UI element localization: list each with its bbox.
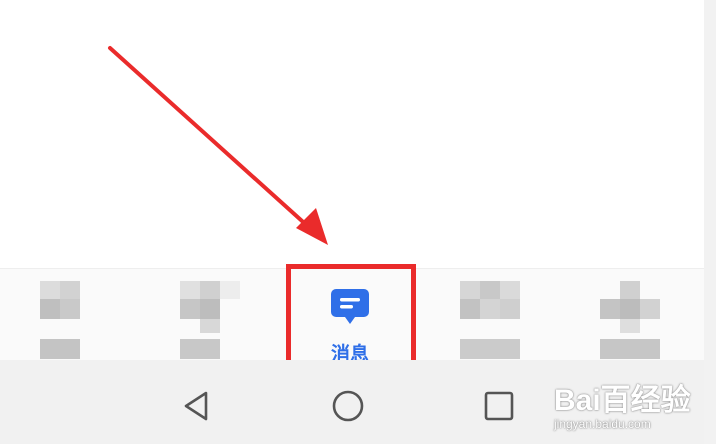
content-area [0,0,704,268]
watermark-url: jingyan.baidu.com [554,417,651,431]
tab-messages[interactable]: 消息 [290,269,422,365]
tab-item-blurred-2[interactable] [180,277,250,361]
home-button[interactable] [330,388,366,424]
back-button[interactable] [178,388,214,424]
message-icon [331,289,369,324]
pixelated-icon [460,277,530,361]
pixelated-icon [600,277,670,361]
tab-item-blurred-5[interactable] [600,277,670,361]
back-triangle-icon [184,391,208,421]
bottom-tab-bar: 消息 [0,268,704,365]
recents-square-icon [484,391,514,421]
baidu-jingyan-watermark: Bai百经验 jingyan.baidu.com [548,365,716,444]
home-circle-icon [332,390,364,422]
recents-button[interactable] [481,388,517,424]
tab-item-blurred-1[interactable] [40,277,110,361]
watermark-logo: Bai百经验 [554,384,691,417]
tab-item-blurred-4[interactable] [460,277,530,361]
pixelated-icon [40,277,110,361]
pixelated-icon [180,277,250,361]
